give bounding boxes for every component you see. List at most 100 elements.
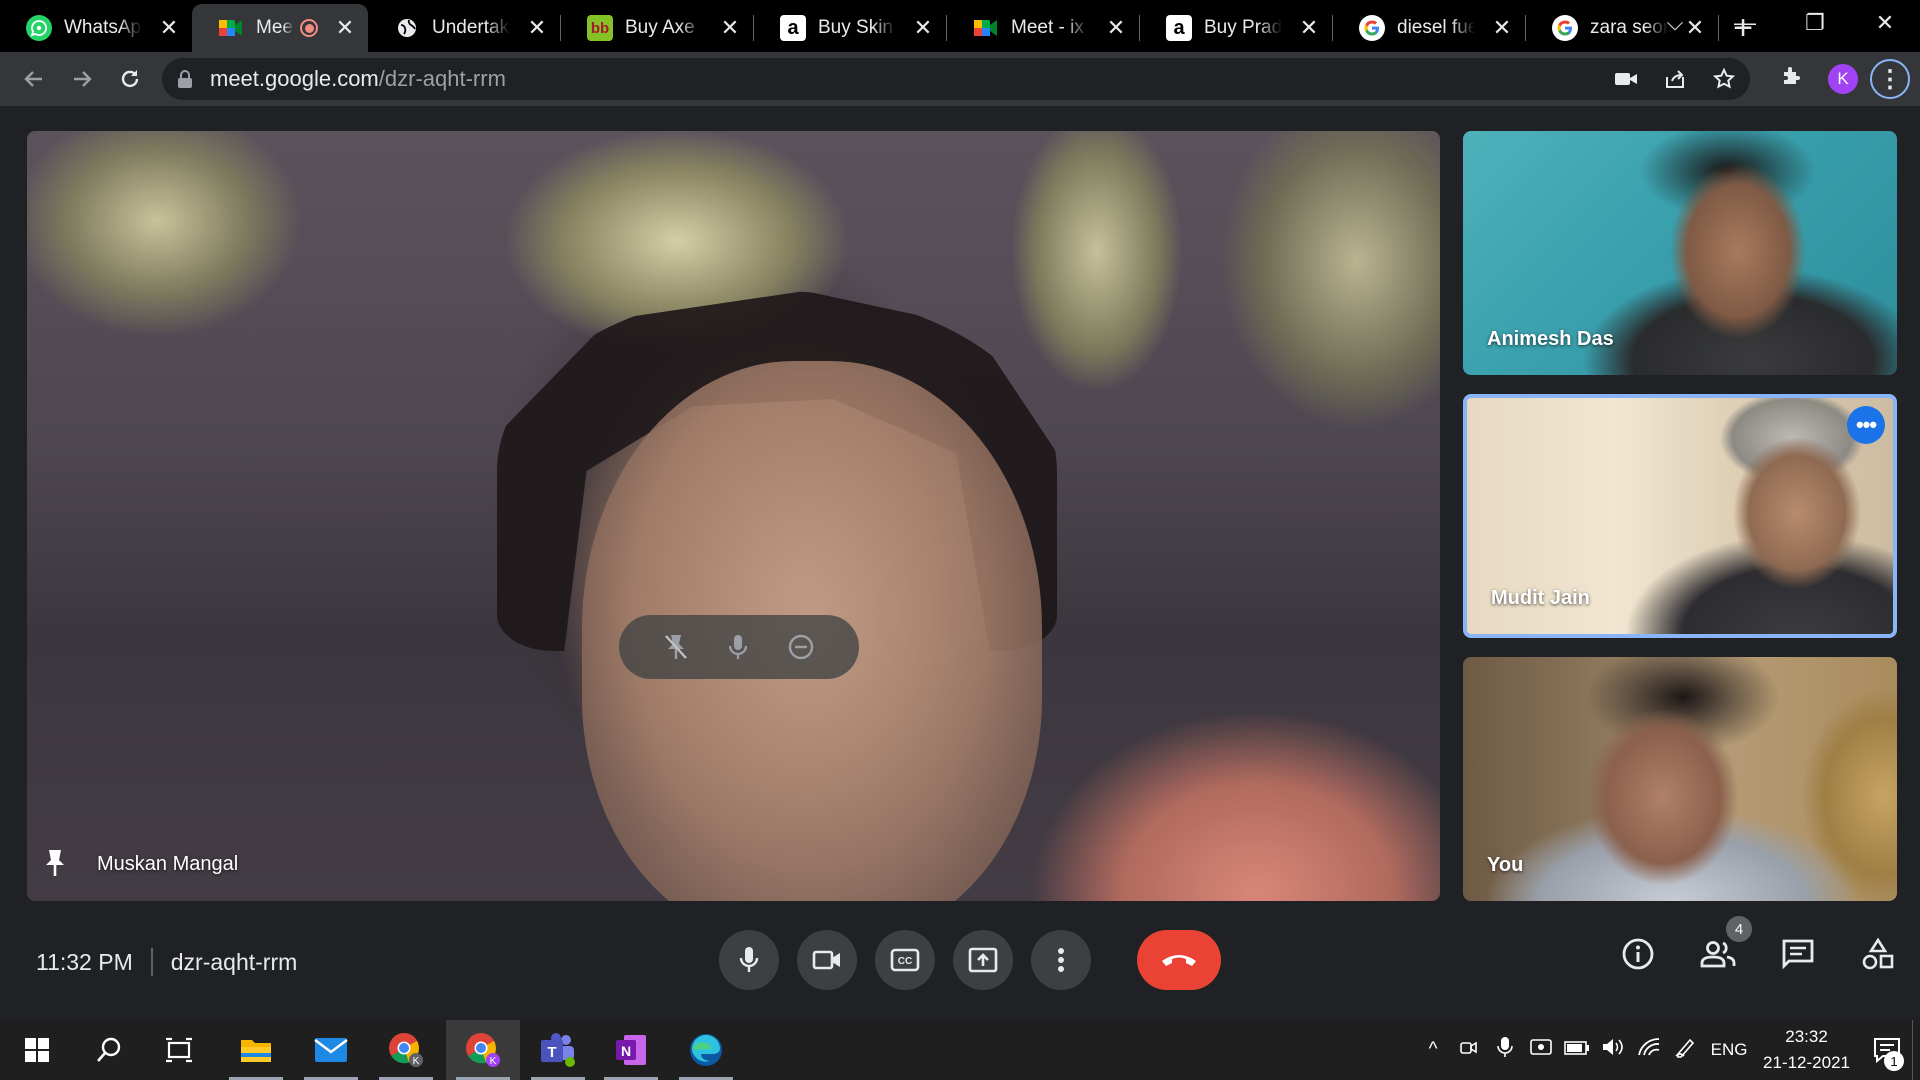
omnibox-actions [1614, 58, 1736, 100]
camera-button[interactable] [797, 930, 857, 990]
microphone-in-use-icon[interactable] [1487, 1036, 1523, 1064]
globe-icon [394, 15, 420, 41]
show-hidden-icons-chevron-icon[interactable]: ^ [1415, 1039, 1451, 1061]
participant-tile-highlighted[interactable]: ••• Mudit Jain [1463, 394, 1897, 638]
more-options-button[interactable] [1031, 930, 1091, 990]
more-options-icon[interactable]: ••• [1847, 406, 1885, 444]
teams-button[interactable]: T [521, 1020, 595, 1080]
tab-buy-axe[interactable]: bb Buy Axe ✕ [561, 4, 753, 52]
pin-icon [46, 850, 64, 876]
leave-call-button[interactable] [1137, 930, 1221, 990]
tab-diesel-fuel[interactable]: diesel fuel ✕ [1333, 4, 1525, 52]
extensions-puzzle-icon[interactable] [1768, 64, 1816, 95]
activities-button[interactable] [1858, 934, 1898, 974]
remove-participant-icon[interactable] [786, 632, 816, 662]
edge-icon [690, 1034, 722, 1066]
tab-whatsapp[interactable]: WhatsApp ✕ [0, 4, 192, 52]
people-button[interactable]: 4 [1698, 916, 1752, 974]
chrome-profile-button[interactable]: K [369, 1020, 443, 1080]
language-indicator[interactable]: ENG [1703, 1040, 1755, 1060]
tab-title: Meet - ix [1011, 17, 1084, 38]
tab-title: Undertaking [432, 17, 510, 38]
tab-title: Buy Axe [625, 17, 695, 38]
share-icon[interactable] [1664, 68, 1686, 90]
tab-close-icon[interactable]: ✕ [1105, 15, 1127, 41]
tab-close-icon[interactable]: ✕ [912, 15, 934, 41]
forward-button[interactable] [58, 55, 106, 103]
tab-search-chevron-icon[interactable]: ⌵ [1640, 10, 1710, 36]
google-icon [1552, 15, 1578, 41]
address-bar[interactable]: meet.google.com/dzr-aqht-rrm [162, 58, 1750, 100]
reload-button[interactable] [106, 55, 154, 103]
tab-undertaking[interactable]: Undertaking ✕ [368, 4, 560, 52]
tile-hover-controls [619, 615, 859, 679]
show-desktop-button[interactable] [1912, 1020, 1920, 1080]
tab-close-icon[interactable]: ✕ [526, 15, 548, 41]
tab-meet-active[interactable]: Meet ✕ [192, 4, 368, 52]
edge-button[interactable] [669, 1020, 743, 1080]
microphone-icon[interactable] [727, 632, 749, 662]
participant-tile[interactable]: Animesh Das [1463, 131, 1897, 375]
meet-now-icon[interactable] [1451, 1037, 1487, 1063]
minimize-button[interactable]: — [1710, 10, 1780, 36]
tab-close-icon[interactable]: ✕ [719, 15, 741, 41]
lock-icon[interactable] [178, 70, 192, 88]
tab-close-icon[interactable]: ✕ [1491, 15, 1513, 41]
more-vert-icon [1058, 948, 1064, 972]
chrome-active-icon: K [466, 1033, 500, 1067]
google-meet-icon [973, 15, 999, 41]
tab-buy-skin[interactable]: a Buy Skin ✕ [754, 4, 946, 52]
window-controls: ⌵ — ❐ ✕ [1640, 0, 1920, 46]
url-text[interactable]: meet.google.com/dzr-aqht-rrm [210, 66, 506, 92]
url-path: /dzr-aqht-rrm [378, 66, 506, 91]
search-icon [97, 1037, 121, 1062]
microphone-button[interactable] [719, 930, 779, 990]
system-clock[interactable]: 23:32 21-12-2021 [1763, 1024, 1850, 1076]
windows-taskbar: K K T N ^ ENG 23:32 21-12-2021 1 [0, 1020, 1920, 1080]
chrome-active-button[interactable]: K [446, 1020, 520, 1080]
video-camera-icon [812, 950, 840, 970]
svg-text:K: K [413, 1056, 420, 1067]
tab-meet-ix[interactable]: Meet - ix ✕ [947, 4, 1139, 52]
recording-indicator-icon [300, 19, 318, 37]
task-view-button[interactable] [142, 1020, 216, 1080]
mail-icon [314, 1038, 348, 1062]
battery-icon[interactable] [1559, 1039, 1595, 1061]
mail-button[interactable] [294, 1020, 368, 1080]
windows-start-button[interactable] [0, 1020, 74, 1080]
taskbar-search-button[interactable] [72, 1020, 146, 1080]
closed-captions-icon: CC [890, 948, 920, 972]
bookmark-star-icon[interactable] [1712, 67, 1736, 91]
tab-close-icon[interactable]: ✕ [334, 15, 356, 41]
wifi-icon[interactable] [1631, 1037, 1667, 1063]
present-screen-button[interactable] [953, 930, 1013, 990]
task-view-icon [166, 1037, 192, 1063]
volume-icon[interactable] [1595, 1037, 1631, 1063]
restore-button[interactable]: ❐ [1780, 10, 1850, 36]
participant-name: Mudit Jain [1491, 587, 1590, 609]
teams-icon: T [541, 1033, 575, 1067]
svg-text:K: K [490, 1056, 497, 1067]
close-window-button[interactable]: ✕ [1850, 10, 1920, 36]
tab-close-icon[interactable]: ✕ [1298, 15, 1320, 41]
onenote-button[interactable]: N [594, 1020, 668, 1080]
tab-title: Meet [256, 17, 294, 38]
profile-avatar[interactable]: K [1828, 64, 1858, 94]
captions-button[interactable]: CC [875, 930, 935, 990]
tab-buy-prada[interactable]: a Buy Prada ✕ [1140, 4, 1332, 52]
file-explorer-button[interactable] [219, 1020, 293, 1080]
self-view-tile[interactable]: You [1463, 657, 1897, 901]
browser-menu-kebab-icon[interactable]: ⋮ [1870, 59, 1910, 99]
unpin-icon[interactable] [662, 632, 690, 662]
camera-in-use-icon[interactable] [1614, 69, 1638, 89]
meeting-details-button[interactable] [1618, 934, 1658, 974]
webcam-icon[interactable] [1523, 1037, 1559, 1063]
back-button[interactable] [10, 55, 58, 103]
pen-workspace-icon[interactable] [1667, 1036, 1703, 1064]
notification-center-button[interactable]: 1 [1862, 1037, 1912, 1071]
amazon-icon: a [1166, 15, 1192, 41]
clock-date: 21-12-2021 [1763, 1053, 1850, 1072]
chat-button[interactable] [1778, 934, 1818, 974]
tab-close-icon[interactable]: ✕ [158, 15, 180, 41]
main-video-tile[interactable]: Muskan Mangal [27, 131, 1440, 901]
